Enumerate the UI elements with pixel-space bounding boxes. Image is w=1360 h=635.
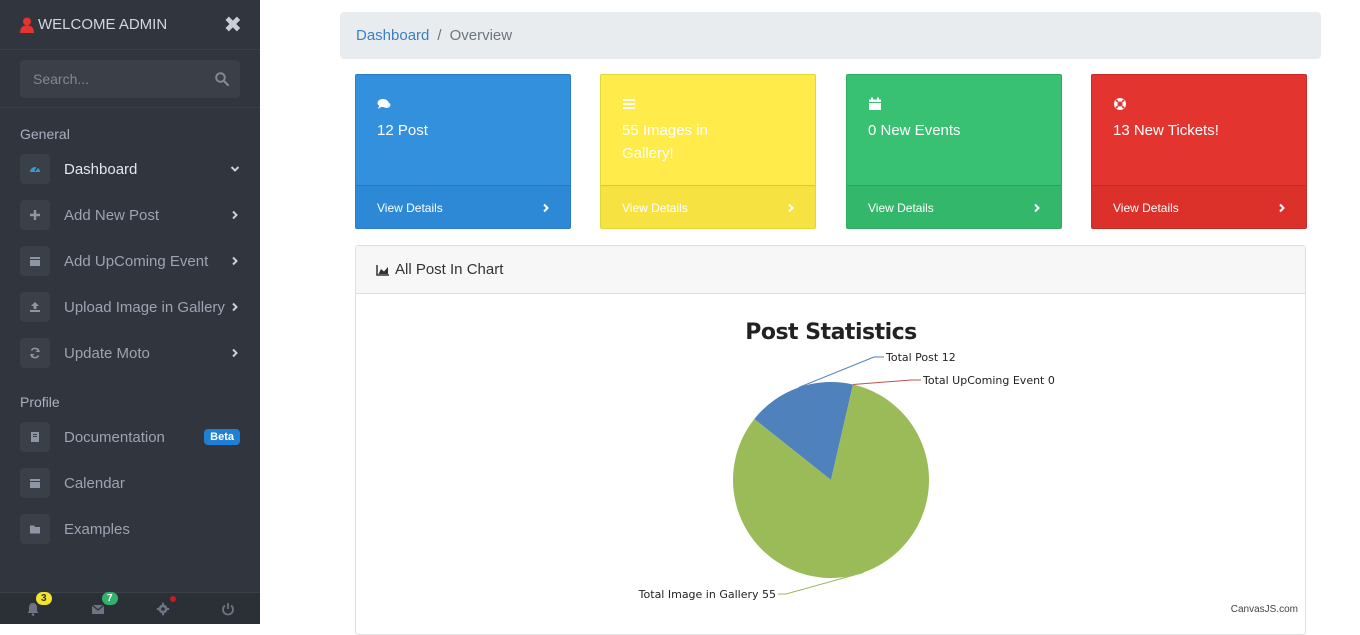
pie-leader-line <box>852 379 921 386</box>
events-card-text: 0 New Events <box>868 122 961 139</box>
sidebar-item-calendar[interactable]: Calendar <box>0 460 260 506</box>
calendar-icon <box>20 246 50 276</box>
sidebar-footer: 3 7 <box>0 592 260 624</box>
chart-panel-title: All Post In Chart <box>395 261 504 278</box>
sidebar-header: WELCOME ADMIN ✖ <box>0 0 260 50</box>
tickets-view-details-link[interactable]: View Details <box>1092 185 1306 228</box>
posts-card: 12 Post View Details <box>355 74 571 229</box>
sidebar-item-label: Dashboard <box>64 160 138 178</box>
chevron-right-icon <box>543 203 549 213</box>
sidebar-item-label: Update Moto <box>64 344 150 362</box>
chevron-right-icon <box>232 210 238 220</box>
list-icon <box>623 99 635 109</box>
chevron-down-icon <box>230 166 240 172</box>
book-icon <box>20 422 50 452</box>
sidebar: WELCOME ADMIN ✖ General Dashboard Add Ne… <box>0 0 260 624</box>
sidebar-item-update-moto[interactable]: Update Moto <box>0 330 260 376</box>
chevron-right-icon <box>788 203 794 213</box>
chevron-right-icon <box>1279 203 1285 213</box>
life-ring-icon <box>1114 98 1126 110</box>
bell-icon <box>27 602 38 616</box>
welcome-title: WELCOME ADMIN <box>38 16 168 33</box>
view-details-label: View Details <box>622 201 688 215</box>
gear-icon <box>156 602 169 615</box>
main-content: Dashboard / Overview 12 Post View Detail… <box>260 0 1360 635</box>
sidebar-item-label: Add New Post <box>64 206 160 224</box>
sidebar-item-label: Add UpComing Event <box>64 252 209 270</box>
view-details-label: View Details <box>377 201 443 215</box>
messages-button[interactable]: 7 <box>65 592 130 624</box>
sidebar-item-label: Examples <box>64 520 130 538</box>
tickets-card-text: 13 New Tickets! <box>1113 122 1219 139</box>
dashboard-icon <box>20 154 50 184</box>
pie-chart: Post Statistics Total Post 12 Total UpCom… <box>638 320 1298 615</box>
sidebar-item-label: Upload Image in Gallery <box>64 298 225 316</box>
calendar-icon <box>20 468 50 498</box>
chevron-right-icon <box>232 348 238 358</box>
breadcrumb: Dashboard / Overview <box>340 12 1321 59</box>
chart-title: Post Statistics <box>745 320 917 345</box>
pie-label: Total UpComing Event 0 <box>922 374 1055 387</box>
settings-button[interactable] <box>130 593 195 624</box>
sidebar-item-label: Documentation <box>64 428 165 446</box>
upload-icon <box>20 292 50 322</box>
search-input[interactable] <box>20 60 240 98</box>
sidebar-item-add-new-post[interactable]: Add New Post <box>0 192 260 238</box>
user-icon <box>20 17 34 33</box>
section-profile: Profile <box>20 394 60 410</box>
gallery-view-details-link[interactable]: View Details <box>601 185 815 228</box>
section-general: General <box>20 126 70 142</box>
tickets-card: 13 New Tickets! View Details <box>1091 74 1307 229</box>
pie-label: Total Image in Gallery 55 <box>638 588 776 601</box>
events-card: 0 New Events View Details <box>846 74 1062 229</box>
folder-icon <box>20 514 50 544</box>
breadcrumb-separator: / <box>437 27 442 44</box>
sidebar-item-dashboard[interactable]: Dashboard <box>0 146 260 192</box>
area-chart-icon <box>376 264 389 276</box>
search-box <box>20 60 240 98</box>
calendar-icon <box>869 97 881 110</box>
power-icon <box>221 602 234 615</box>
chevron-right-icon <box>232 302 238 312</box>
comments-icon <box>377 99 391 109</box>
chevron-right-icon <box>232 256 238 266</box>
beta-badge: Beta <box>204 429 240 445</box>
settings-alert-dot <box>170 596 176 602</box>
logout-button[interactable] <box>195 593 260 624</box>
sidebar-item-examples[interactable]: Examples <box>0 506 260 552</box>
breadcrumb-current: Overview <box>449 27 513 44</box>
sidebar-item-upload-image[interactable]: Upload Image in Gallery <box>0 284 260 330</box>
plus-icon <box>20 200 50 230</box>
close-icon[interactable]: ✖ <box>224 13 242 36</box>
message-count-badge: 7 <box>102 592 118 605</box>
chevron-right-icon <box>1034 203 1040 213</box>
sidebar-item-label: Calendar <box>64 474 125 492</box>
chart-panel-header: All Post In Chart <box>356 246 1305 294</box>
notifications-button[interactable]: 3 <box>0 592 65 624</box>
refresh-icon <box>20 338 50 368</box>
notification-count-badge: 3 <box>36 592 52 605</box>
posts-card-text: 12 Post <box>377 122 428 139</box>
sidebar-item-documentation[interactable]: Documentation Beta <box>0 414 260 460</box>
chart-credit: CanvasJS.com <box>1231 604 1298 615</box>
gallery-card-text: 55 Images in Gallery! <box>622 122 708 162</box>
view-details-label: View Details <box>1113 201 1179 215</box>
chart-panel: All Post In Chart Post Statistics Total … <box>355 245 1306 635</box>
gallery-card: 55 Images in Gallery! View Details <box>600 74 816 229</box>
envelope-icon <box>91 604 104 614</box>
posts-view-details-link[interactable]: View Details <box>356 185 570 228</box>
view-details-label: View Details <box>868 201 934 215</box>
pie-label: Total Post 12 <box>885 351 956 364</box>
search-icon[interactable] <box>215 72 229 86</box>
breadcrumb-dashboard-link[interactable]: Dashboard <box>356 27 429 44</box>
sidebar-item-add-upcoming-event[interactable]: Add UpComing Event <box>0 238 260 284</box>
events-view-details-link[interactable]: View Details <box>847 185 1061 228</box>
